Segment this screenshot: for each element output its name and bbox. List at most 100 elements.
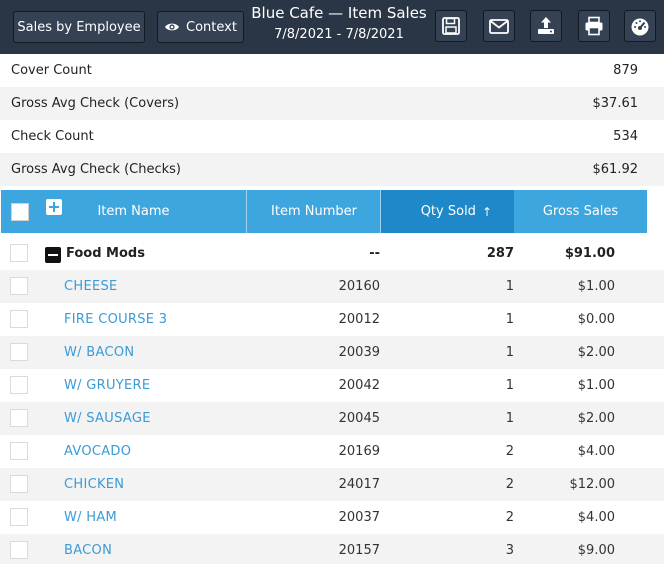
item-number: 20039	[338, 345, 380, 360]
item-number: 20160	[338, 279, 380, 294]
item-name-link[interactable]: BACON	[64, 534, 112, 564]
item-name-link[interactable]: CHEESE	[64, 270, 118, 303]
gross-sales: $4.00	[577, 510, 615, 525]
row-checkbox[interactable]	[10, 310, 28, 328]
sales-by-employee-label: Sales by Employee	[17, 19, 141, 35]
item-number: 20169	[338, 444, 380, 459]
row-checkbox[interactable]	[10, 475, 28, 493]
item-name-link[interactable]: W/ BACON	[64, 336, 134, 369]
column-header-qty-sold[interactable]: Qty Sold ↑	[381, 190, 514, 233]
gross-sales: $1.00	[577, 378, 615, 393]
qty-sold: 1	[505, 411, 514, 426]
print-button[interactable]	[578, 10, 610, 42]
column-header-gross-sales[interactable]: Gross Sales	[514, 190, 647, 233]
item-name-link[interactable]: W/ HAM	[64, 501, 117, 534]
summary-value: 534	[613, 129, 638, 144]
summary-value: $37.61	[592, 96, 639, 111]
qty-sold: 1	[505, 345, 514, 360]
row-checkbox[interactable]	[10, 376, 28, 394]
column-header-label: Item Number	[271, 204, 357, 219]
summary-value: 879	[613, 63, 638, 78]
table-row: W/ BACON 20039 1 $2.00	[0, 336, 664, 369]
table-row: W/ SAUSAGE 20045 1 $2.00	[0, 402, 664, 435]
column-header-item-name[interactable]: Item Name	[1, 190, 247, 233]
report-title-block: Blue Cafe — Item Sales 7/8/2021 - 7/8/20…	[246, 3, 432, 45]
summary-label: Gross Avg Check (Covers)	[11, 96, 180, 111]
print-icon	[585, 16, 603, 36]
top-toolbar: Sales by Employee Context Blue Cafe — It…	[0, 0, 664, 54]
group-row: Food Mods -- 287 $91.00	[0, 237, 664, 270]
sort-ascending-icon: ↑	[481, 204, 492, 219]
item-number: 20045	[338, 411, 380, 426]
save-icon	[442, 17, 460, 35]
export-button[interactable]	[530, 10, 562, 42]
expand-all-icon[interactable]	[46, 199, 62, 215]
table-body: Food Mods -- 287 $91.00 CHEESE 20160 1 $…	[0, 237, 664, 564]
dashboard-icon	[631, 18, 649, 36]
item-name-link[interactable]: W/ SAUSAGE	[64, 402, 151, 435]
column-header-label: Gross Sales	[542, 204, 619, 219]
summary-row: Check Count 534	[0, 120, 664, 153]
table-row: FIRE COURSE 3 20012 1 $0.00	[0, 303, 664, 336]
summary-row: Gross Avg Check (Covers) $37.61	[0, 87, 664, 120]
table-row: W/ GRUYERE 20042 1 $1.00	[0, 369, 664, 402]
email-button[interactable]	[483, 10, 515, 42]
group-item-number: --	[369, 246, 380, 261]
export-icon	[538, 17, 554, 34]
gross-sales: $12.00	[569, 477, 616, 492]
qty-sold: 1	[505, 378, 514, 393]
qty-sold: 2	[505, 477, 514, 492]
row-checkbox[interactable]	[10, 541, 28, 559]
gross-sales: $0.00	[577, 312, 615, 327]
eye-icon	[165, 23, 180, 31]
summary-row: Cover Count 879	[0, 54, 664, 87]
summary-label: Cover Count	[11, 63, 92, 78]
column-header-item-number[interactable]: Item Number	[248, 190, 381, 233]
group-qty: 287	[486, 246, 514, 261]
qty-sold: 3	[505, 543, 514, 558]
collapse-group-icon[interactable]	[45, 247, 61, 263]
item-name-link[interactable]: FIRE COURSE 3	[64, 303, 167, 336]
qty-sold: 2	[505, 510, 514, 525]
dashboard-button[interactable]	[624, 10, 656, 42]
item-number: 20012	[338, 312, 380, 327]
row-checkbox[interactable]	[10, 442, 28, 460]
group-name: Food Mods	[66, 246, 145, 261]
qty-sold: 1	[505, 312, 514, 327]
item-number: 20042	[338, 378, 380, 393]
table-header: Item Name Item Number Qty Sold ↑ Gross S…	[1, 190, 647, 233]
row-checkbox[interactable]	[10, 277, 28, 295]
context-button[interactable]: Context	[157, 11, 244, 43]
date-range: 7/8/2021 - 7/8/2021	[274, 27, 404, 42]
qty-sold: 2	[505, 444, 514, 459]
row-checkbox[interactable]	[10, 343, 28, 361]
save-button[interactable]	[435, 10, 467, 42]
qty-sold: 1	[505, 279, 514, 294]
select-all-checkbox[interactable]	[11, 203, 29, 221]
summary-label: Check Count	[11, 129, 94, 144]
table-row: CHEESE 20160 1 $1.00	[0, 270, 664, 303]
item-name-link[interactable]: W/ GRUYERE	[64, 369, 150, 402]
summary-panel: Cover Count 879 Gross Avg Check (Covers)…	[0, 54, 664, 186]
email-icon	[489, 19, 509, 34]
table-row: CHICKEN 24017 2 $12.00	[0, 468, 664, 501]
group-gross: $91.00	[564, 246, 615, 261]
column-header-label: Item Name	[97, 204, 170, 219]
row-checkbox[interactable]	[10, 508, 28, 526]
item-name-link[interactable]: CHICKEN	[64, 468, 124, 501]
item-name-link[interactable]: AVOCADO	[64, 435, 131, 468]
summary-value: $61.92	[592, 162, 639, 177]
row-checkbox[interactable]	[10, 409, 28, 427]
table-row: BACON 20157 3 $9.00	[0, 534, 664, 564]
gross-sales: $2.00	[577, 345, 615, 360]
row-checkbox[interactable]	[10, 244, 28, 262]
summary-row: Gross Avg Check (Checks) $61.92	[0, 153, 664, 186]
column-header-label: Qty Sold	[420, 204, 476, 219]
item-number: 20157	[338, 543, 380, 558]
gross-sales: $4.00	[577, 444, 615, 459]
gross-sales: $2.00	[577, 411, 615, 426]
sales-by-employee-button[interactable]: Sales by Employee	[13, 11, 145, 43]
item-number: 24017	[338, 477, 380, 492]
table-row: W/ HAM 20037 2 $4.00	[0, 501, 664, 534]
page-title: Blue Cafe — Item Sales	[251, 4, 427, 22]
